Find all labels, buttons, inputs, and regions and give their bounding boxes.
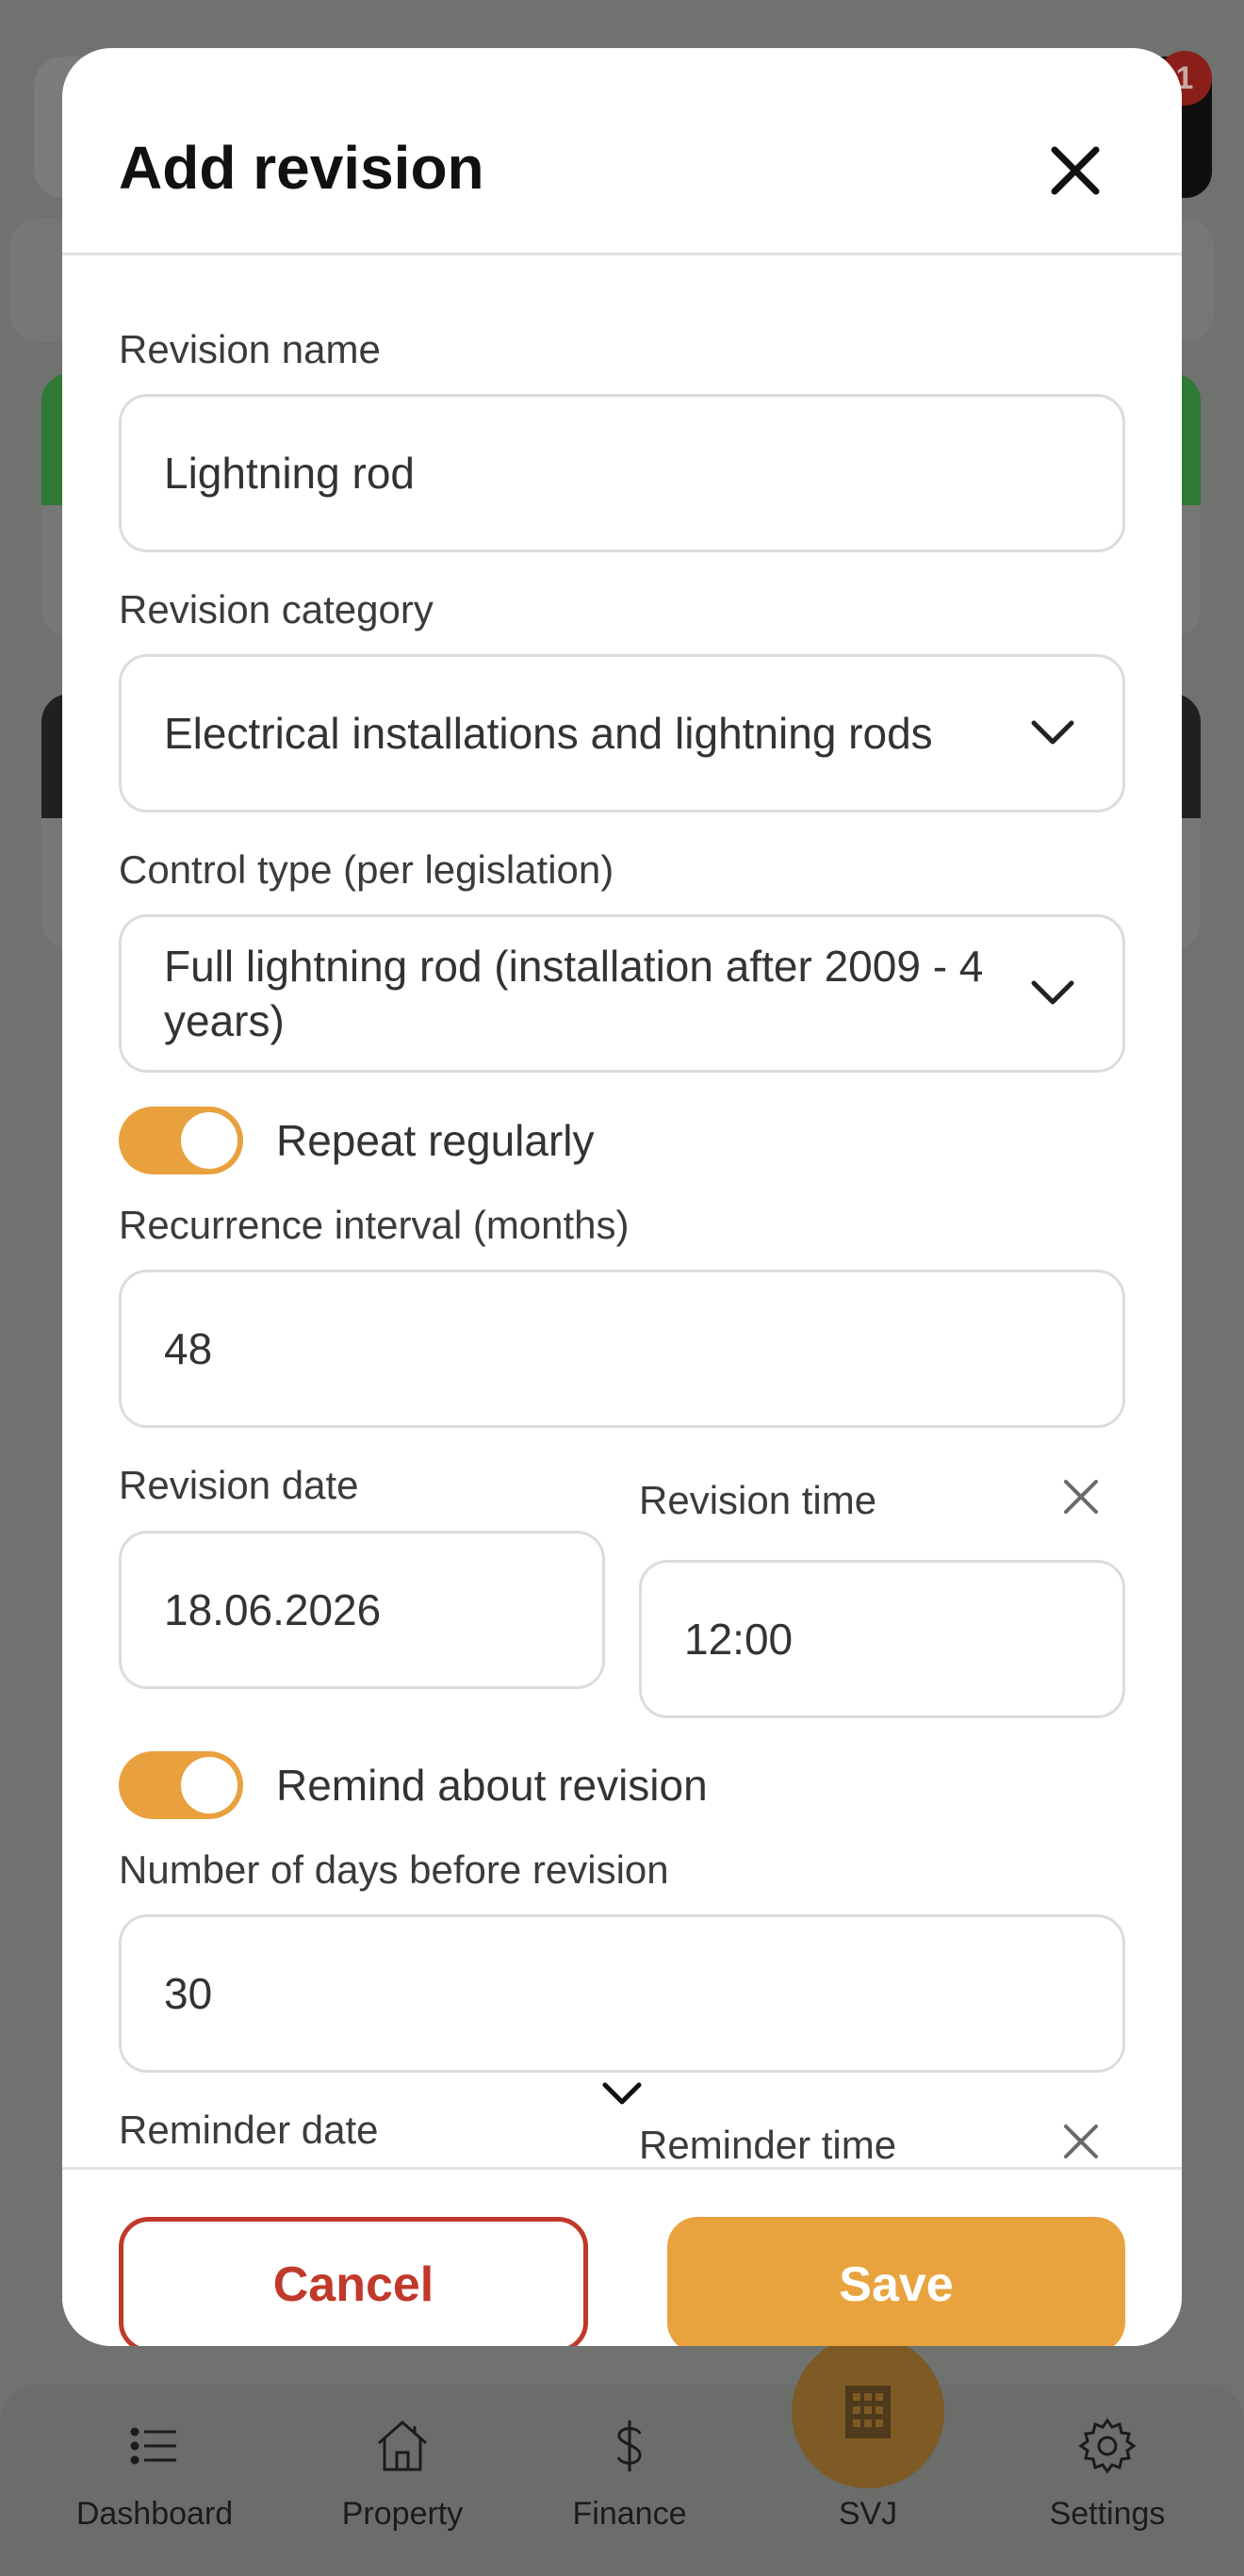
close-icon: [1051, 146, 1100, 195]
modal-title: Add revision: [119, 134, 484, 202]
nav-label-finance: Finance: [572, 2496, 687, 2532]
revision-date-label: Revision date: [119, 1463, 359, 1507]
revision-time-input[interactable]: [684, 1614, 1122, 1665]
cancel-button[interactable]: Cancel: [119, 2217, 588, 2346]
control-type-select[interactable]: Full lightning rod (installation after 2…: [119, 914, 1125, 1073]
control-type-label: Control type (per legislation): [119, 847, 614, 892]
close-button[interactable]: [1042, 138, 1108, 204]
revision-time-field[interactable]: [639, 1560, 1125, 1718]
revision-name-field[interactable]: [119, 394, 1125, 552]
days-before-label: Number of days before revision: [119, 1847, 669, 1892]
modal-footer: Cancel Save: [62, 2167, 1182, 2346]
nav-property[interactable]: Property: [308, 2413, 497, 2533]
nav-dashboard[interactable]: Dashboard: [60, 2413, 249, 2533]
repeat-regularly-toggle[interactable]: [119, 1107, 243, 1174]
add-revision-modal: Add revision Revision name Revision cate…: [62, 48, 1182, 2346]
nav-settings[interactable]: Settings: [1013, 2413, 1202, 2533]
revision-name-label: Revision name: [119, 327, 381, 371]
repeat-regularly-label: Repeat regularly: [276, 1116, 595, 1165]
reminder-date-label: Reminder date: [119, 2108, 379, 2152]
chevron-down-icon: [1031, 720, 1074, 745]
dollar-icon: [535, 2413, 724, 2488]
revision-category-label: Revision category: [119, 587, 434, 632]
nav-finance[interactable]: Finance: [535, 2413, 724, 2533]
gear-icon: [1013, 2413, 1202, 2488]
nav-label-settings: Settings: [1049, 2496, 1166, 2532]
remind-about-revision-label: Remind about revision: [276, 1761, 708, 1810]
toggle-knob: [181, 1757, 237, 1813]
nav-label-svj: SVJ: [838, 2496, 898, 2532]
remind-about-revision-toggle[interactable]: [119, 1751, 243, 1819]
recurrence-interval-input[interactable]: [164, 1323, 1122, 1374]
form-scroll-area[interactable]: Revision name Revision category Electric…: [62, 257, 1182, 2167]
reminder-time-label: Reminder time: [639, 2123, 897, 2167]
scroll-down-chevron-icon[interactable]: [601, 2081, 643, 2106]
nav-label-dashboard: Dashboard: [75, 2496, 234, 2532]
chevron-down-icon: [1031, 980, 1074, 1005]
revision-time-label: Revision time: [639, 1478, 877, 1522]
clear-reminder-time-icon[interactable]: [1060, 2121, 1102, 2162]
recurrence-interval-field[interactable]: [119, 1270, 1125, 1428]
home-icon: [308, 2413, 497, 2488]
revision-name-input[interactable]: [164, 448, 1122, 499]
list-icon: [60, 2413, 249, 2488]
nav-label-property: Property: [341, 2496, 464, 2532]
revision-date-input[interactable]: [164, 1584, 602, 1635]
revision-category-value: Electrical installations and lightning r…: [164, 709, 933, 758]
control-type-value: Full lightning rod (installation after 2…: [164, 942, 984, 1045]
clear-time-icon[interactable]: [1060, 1476, 1102, 1518]
nav-svj[interactable]: SVJ: [774, 2413, 962, 2533]
save-button[interactable]: Save: [667, 2217, 1125, 2346]
days-before-input[interactable]: [164, 1968, 1122, 2019]
nav-svj-spacer: [774, 2413, 962, 2488]
days-before-field[interactable]: [119, 1914, 1125, 2073]
revision-category-select[interactable]: Electrical installations and lightning r…: [119, 654, 1125, 812]
revision-date-field[interactable]: [119, 1531, 605, 1689]
modal-header: Add revision: [62, 48, 1182, 255]
toggle-knob: [181, 1112, 237, 1169]
recurrence-interval-label: Recurrence interval (months): [119, 1203, 630, 1247]
